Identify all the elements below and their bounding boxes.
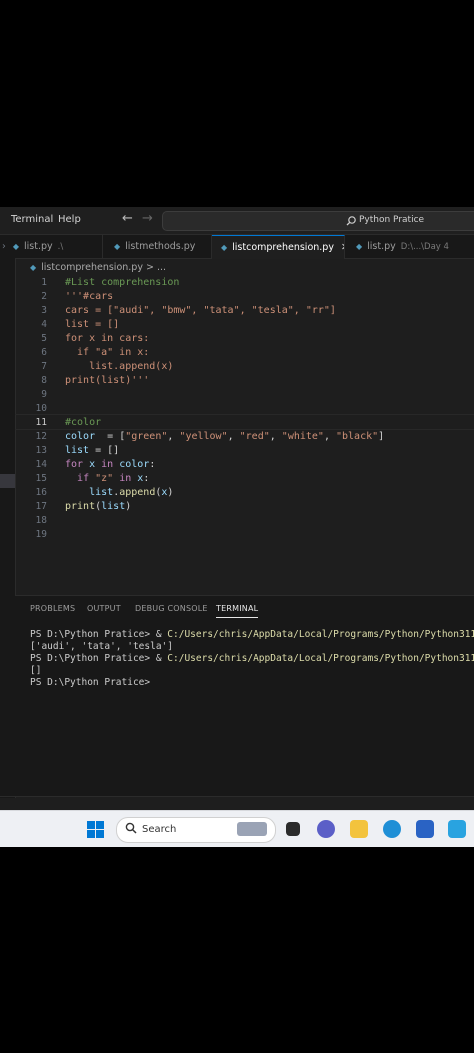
taskbar-search[interactable]: Search [116, 817, 276, 843]
line-number: 18 [35, 515, 47, 526]
tab-debug-console[interactable]: DEBUG CONSOLE [135, 604, 208, 613]
line-number: 10 [35, 403, 47, 414]
forward-arrow-icon[interactable]: → [142, 211, 153, 226]
line-number: 6 [41, 347, 47, 358]
title-bar: Terminal Help ← → Python Pratice [0, 207, 474, 235]
code-line[interactable]: if "a" in x: [65, 347, 149, 358]
line-number: 19 [35, 529, 47, 540]
tab-listcomprehension-py[interactable]: ◆listcomprehension.py✕ [212, 235, 345, 259]
code-line[interactable]: print(list) [65, 501, 131, 512]
editor-tabs: › ◆ list.py .\ ◆ listmethods.py ◆ listcompre… [0, 235, 474, 259]
terminal-line: [] [30, 665, 42, 676]
code-line[interactable]: #color [65, 417, 101, 428]
menu-help[interactable]: Help [58, 214, 81, 225]
terminal-line: ['audi', 'tata', 'tesla'] [30, 641, 173, 652]
terminal-line: PS D:\Python Pratice> & C:/Users/chris/A… [30, 629, 474, 640]
tab-list-py-day4[interactable]: ◆ list.py D:\...\Day 4 [345, 235, 474, 258]
store-icon[interactable] [416, 820, 434, 838]
teams-icon[interactable] [317, 820, 335, 838]
command-center[interactable]: Python Pratice [162, 211, 474, 231]
line-number: 13 [35, 445, 47, 456]
windows-start-icon[interactable] [87, 821, 104, 838]
file-explorer-icon[interactable] [350, 820, 368, 838]
code-line[interactable]: list = [] [65, 319, 119, 330]
code-line[interactable]: '''#cars [65, 291, 113, 302]
line-number: 4 [41, 319, 47, 330]
terminal-prompt[interactable]: PS D:\Python Pratice> [30, 677, 156, 688]
tab-list-py[interactable]: › ◆ list.py .\ [0, 235, 103, 258]
line-number: 7 [41, 361, 47, 372]
tab-terminal[interactable]: TERMINAL [216, 604, 259, 618]
line-number: 11 [35, 417, 47, 428]
activity-bar [0, 258, 16, 798]
line-number: 9 [41, 389, 47, 400]
chevron-right-icon: › [2, 241, 6, 252]
code-line[interactable]: print(list)''' [65, 375, 149, 386]
search-label: Search [142, 824, 177, 835]
line-number: 2 [41, 291, 47, 302]
line-number: 14 [35, 459, 47, 470]
search-icon [346, 216, 356, 226]
terminal-line: PS D:\Python Pratice> & C:/Users/chris/A… [30, 653, 474, 664]
vscode-taskbar-icon[interactable] [448, 820, 466, 838]
python-file-icon: ◆ [356, 242, 363, 251]
line-number: 1 [41, 277, 47, 288]
breadcrumb[interactable]: ◆ listcomprehension.py > ... [30, 262, 166, 273]
bottom-panel: PROBLEMS OUTPUT DEBUG CONSOLE TERMINAL P… [15, 595, 474, 796]
code-line[interactable]: color = ["green", "yellow", "red", "whit… [65, 431, 384, 442]
code-line[interactable]: list = [] [65, 445, 119, 456]
back-arrow-icon[interactable]: ← [122, 211, 133, 226]
code-line[interactable]: for x in cars: [65, 333, 149, 344]
code-line[interactable]: cars = ["audi", "bmw", "tata", "tesla", … [65, 305, 336, 316]
line-number: 3 [41, 305, 47, 316]
python-file-icon: ◆ [114, 242, 121, 251]
line-number: 5 [41, 333, 47, 344]
code-line[interactable]: if "z" in x: [65, 473, 149, 484]
python-file-icon: ◆ [30, 263, 37, 272]
line-number: 8 [41, 375, 47, 386]
tab-listmethods-py[interactable]: ◆ listmethods.py [103, 235, 212, 258]
panel-divider [0, 796, 474, 797]
line-number: 16 [35, 487, 47, 498]
line-number: 17 [35, 501, 47, 512]
edge-icon[interactable] [383, 820, 401, 838]
code-line[interactable]: for x in color: [65, 459, 155, 470]
python-file-icon: ◆ [221, 243, 228, 252]
line-number: 15 [35, 473, 47, 484]
search-icon [125, 822, 137, 834]
code-line[interactable]: #List comprehension [65, 277, 179, 288]
task-view-icon[interactable] [286, 822, 300, 836]
tab-problems[interactable]: PROBLEMS [30, 604, 75, 613]
tab-output[interactable]: OUTPUT [87, 604, 121, 613]
python-file-icon: ◆ [12, 242, 19, 251]
line-number: 12 [35, 431, 47, 442]
code-line[interactable]: list.append(x) [65, 487, 173, 498]
search-highlight-icon [237, 822, 267, 836]
activity-marker [0, 474, 15, 488]
windows-taskbar: Search [0, 810, 474, 847]
command-center-text: Python Pratice [359, 215, 425, 225]
code-line[interactable]: list.append(x) [65, 361, 173, 372]
vscode-window: Terminal Help ← → Python Pratice › ◆ list… [0, 207, 474, 847]
code-editor[interactable]: 1 2 3 4 5 6 7 8 9 10 11 12 13 14 15 16 1… [15, 275, 474, 595]
menu-terminal[interactable]: Terminal [11, 214, 53, 225]
